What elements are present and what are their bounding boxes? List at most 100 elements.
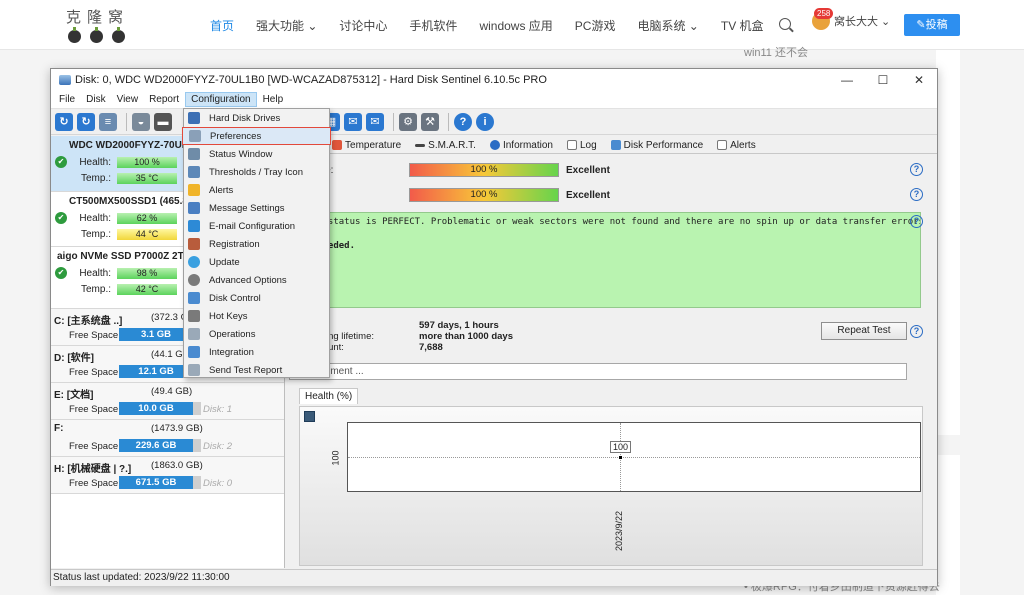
- tab-log[interactable]: Log: [560, 137, 604, 153]
- document-icon: [566, 140, 577, 150]
- drive-icon[interactable]: ▬: [154, 112, 172, 131]
- title-bar[interactable]: Disk: 0, WDC WD2000FYYZ-70UL1B0 [WD-WCAZ…: [51, 69, 937, 91]
- help-icon[interactable]: ?: [910, 163, 923, 176]
- thresholds-icon: [188, 166, 200, 178]
- avatar[interactable]: 258: [812, 8, 834, 30]
- menu-item-alerts[interactable]: Alerts: [184, 181, 329, 199]
- keyboard-icon: [188, 310, 200, 322]
- gear-icon[interactable]: ⚙: [399, 112, 417, 131]
- menu-item-disk-control[interactable]: Disk Control: [184, 289, 329, 307]
- volume-size: (44.1 G: [151, 349, 183, 360]
- temp-label: Temp.:: [80, 283, 111, 295]
- nav-features[interactable]: 强大功能 ⌄: [256, 17, 317, 34]
- menu-item-label: Alerts: [209, 184, 234, 196]
- menu-item-message-settings[interactable]: Message Settings: [184, 199, 329, 217]
- minimize-button[interactable]: —: [829, 69, 865, 91]
- info-icon[interactable]: i: [476, 112, 494, 131]
- health-row: lth: 100 % Excellent: [289, 184, 610, 206]
- search-icon[interactable]: [779, 18, 791, 30]
- maximize-button[interactable]: ☐: [865, 69, 901, 91]
- temp-label: Temp.:: [80, 228, 111, 240]
- tab-alerts-label: Alerts: [730, 139, 756, 151]
- user-menu[interactable]: 258 窝长大大 ⌄: [812, 8, 890, 30]
- menu-item-preferences[interactable]: Preferences: [182, 127, 331, 145]
- help-icon[interactable]: ?: [910, 188, 923, 201]
- menu-item-registration[interactable]: Registration: [184, 235, 329, 253]
- update-icon: [188, 256, 200, 268]
- refresh-all-icon[interactable]: ↻: [77, 112, 95, 131]
- help-icon[interactable]: ?: [910, 325, 923, 338]
- dash-icon: [415, 143, 426, 147]
- site-logo[interactable]: 克隆窝: [66, 6, 136, 46]
- volume-card[interactable]: H: [机械硬盘 | ?.] (1863.0 GB) Free Space 67…: [51, 457, 284, 494]
- volume-name: E: [文档]: [54, 390, 94, 401]
- menu-item-advanced-options[interactable]: Advanced Options: [184, 271, 329, 289]
- disk-icon[interactable]: ◒: [132, 112, 150, 131]
- mail-icon[interactable]: ✉: [344, 112, 362, 131]
- mail-icon: [188, 220, 200, 232]
- nav-mobile[interactable]: 手机软件: [409, 17, 457, 34]
- tab-information[interactable]: Information: [483, 137, 560, 153]
- menu-item-label: Integration: [209, 346, 254, 358]
- close-button[interactable]: ✕: [901, 69, 937, 91]
- nav-windows-apps[interactable]: windows 应用: [479, 17, 552, 34]
- tab-disk-performance[interactable]: Disk Performance: [604, 137, 710, 153]
- nav-home[interactable]: 首页: [210, 17, 234, 34]
- menu-help[interactable]: Help: [258, 93, 289, 106]
- menu-disk[interactable]: Disk: [81, 93, 110, 106]
- menu-item-operations[interactable]: Operations: [184, 325, 329, 343]
- post-button[interactable]: ✎投稿: [904, 14, 960, 36]
- chart-tab-health[interactable]: Health (%): [299, 388, 359, 404]
- menu-view[interactable]: View: [112, 93, 144, 106]
- menu-item-send-test-report[interactable]: Send Test Report: [184, 361, 329, 379]
- nav-pc-systems[interactable]: 电脑系统 ⌄: [637, 17, 698, 34]
- health-status: Excellent: [566, 189, 610, 201]
- menu-item-status-window[interactable]: Status Window: [184, 145, 329, 163]
- configuration-menu: Hard Disk Drives Preferences Status Wind…: [182, 108, 331, 379]
- menu-bar: File Disk View Report Configuration Help: [51, 91, 937, 109]
- tab-temperature[interactable]: Temperature: [325, 137, 408, 153]
- tab-smart[interactable]: S.M.A.R.T.: [408, 137, 483, 153]
- menu-item-hard-disk-drives[interactable]: Hard Disk Drives: [184, 109, 329, 127]
- menu-item-email-configuration[interactable]: E-mail Configuration: [184, 217, 329, 235]
- message-icon: [188, 202, 200, 214]
- save-icon[interactable]: [304, 411, 315, 422]
- volume-card[interactable]: E: [文档] (49.4 GB) Free Space 10.0 GB Dis…: [51, 383, 284, 420]
- tab-alerts[interactable]: Alerts: [710, 137, 763, 153]
- performance-row: formance: 100 % Excellent: [289, 159, 610, 181]
- menu-file[interactable]: File: [54, 93, 80, 106]
- nav-pc-games[interactable]: PC游戏: [575, 17, 616, 34]
- menu-item-thresholds[interactable]: Thresholds / Tray Icon: [184, 163, 329, 181]
- nav-discussion[interactable]: 讨论中心: [339, 17, 387, 34]
- nav-tv-box[interactable]: TV 机盒: [721, 17, 764, 34]
- temp-bar: 35 °C: [117, 172, 177, 184]
- list-icon[interactable]: ≡: [99, 112, 117, 131]
- chart-plot: 100: [347, 422, 921, 492]
- volume-card[interactable]: F: (1473.9 GB) Free Space 229.6 GB Disk:…: [51, 420, 284, 457]
- menu-report[interactable]: Report: [144, 93, 184, 106]
- performance-status: Excellent: [566, 164, 610, 176]
- tools-icon[interactable]: ⚒: [421, 112, 439, 131]
- free-space-bar: 229.6 GB: [119, 439, 193, 452]
- refresh-icon[interactable]: ↻: [55, 112, 73, 131]
- volume-name: C: [主系统盘 ..]: [54, 316, 123, 327]
- menu-item-label: Status Window: [209, 148, 273, 160]
- volume-disk: Disk: 0: [203, 478, 233, 489]
- help-icon[interactable]: ?: [454, 112, 472, 131]
- user-name[interactable]: 窝长大大 ⌄: [834, 13, 890, 29]
- toolbar-separator: [448, 112, 449, 131]
- menu-item-hot-keys[interactable]: Hot Keys: [184, 307, 329, 325]
- menu-item-update[interactable]: Update: [184, 253, 329, 271]
- help-icon[interactable]: ?: [910, 215, 923, 228]
- menu-item-label: Disk Control: [209, 292, 261, 304]
- notification-badge: 258: [814, 8, 834, 19]
- alert-mail-icon[interactable]: ✉: [366, 112, 384, 131]
- menu-item-integration[interactable]: Integration: [184, 343, 329, 361]
- repeat-test-button[interactable]: Repeat Test: [821, 322, 907, 340]
- menu-item-label: Update: [209, 256, 240, 268]
- menu-configuration[interactable]: Configuration: [185, 92, 257, 107]
- status-line: ions needed.: [290, 241, 356, 251]
- comment-input[interactable]: add comment ...: [289, 363, 907, 380]
- health-label: Health:: [79, 156, 111, 168]
- free-space-bar: 671.5 GB: [119, 476, 193, 489]
